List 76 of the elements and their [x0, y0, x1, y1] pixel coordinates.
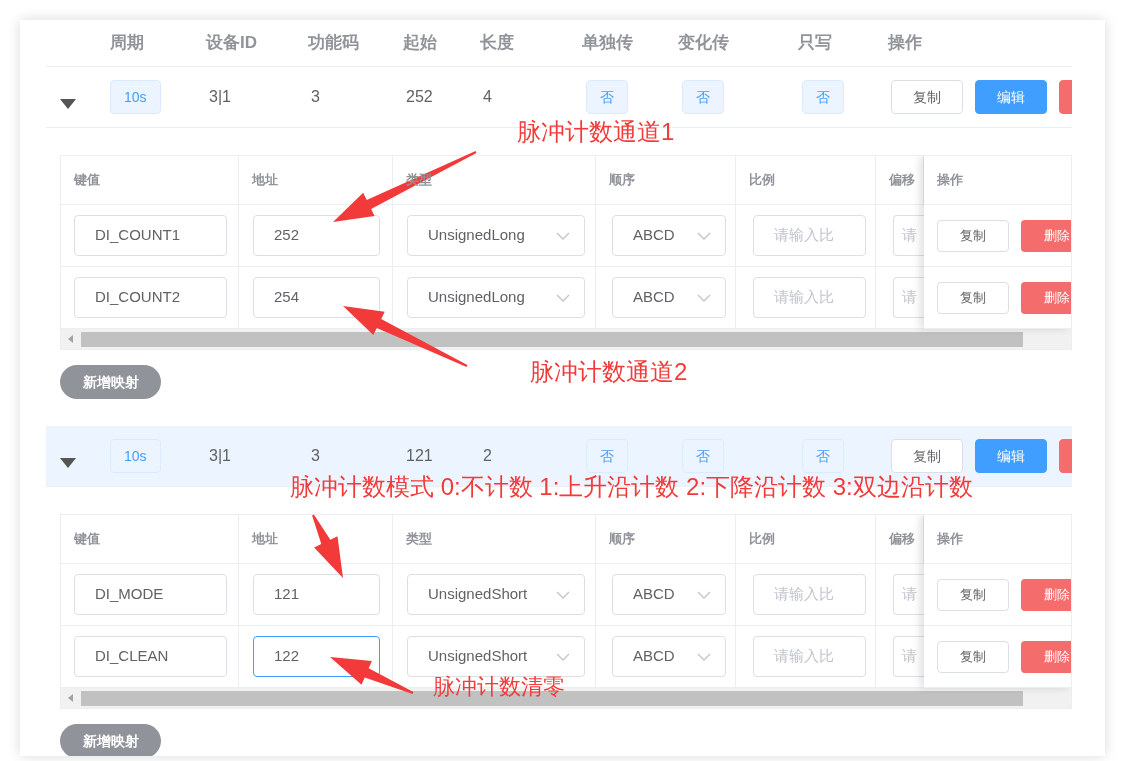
- tag: 否: [802, 80, 844, 114]
- order-select[interactable]: ABCD: [612, 636, 726, 677]
- column-header: 周期: [110, 33, 144, 53]
- column-header: 长度: [480, 33, 514, 53]
- tag: 10s: [110, 80, 161, 114]
- address-input[interactable]: 252: [253, 215, 380, 256]
- chevron-down-icon: [556, 590, 570, 599]
- annotation-text: 脉冲计数清零: [433, 676, 565, 698]
- chevron-down-icon: [697, 652, 711, 661]
- tag: 否: [682, 80, 724, 114]
- chevron-down-icon: [556, 231, 570, 240]
- key-input[interactable]: DI_COUNT1: [74, 215, 227, 256]
- tag: 否: [682, 439, 724, 473]
- add-mapping-button[interactable]: 新增映射: [60, 365, 161, 399]
- copy-button[interactable]: 复制: [937, 640, 1009, 673]
- tag: 10s: [110, 439, 161, 473]
- table-cell: 3: [311, 88, 320, 105]
- key-input[interactable]: DI_COUNT2: [74, 277, 227, 318]
- table-cell: 3: [311, 447, 320, 464]
- column-header: 操作: [937, 530, 963, 549]
- column-header: 顺序: [609, 530, 635, 549]
- expand-icon[interactable]: [60, 99, 76, 109]
- copy-button[interactable]: 复制: [891, 439, 963, 473]
- address-input[interactable]: 121: [253, 574, 380, 615]
- copy-button[interactable]: 复制: [891, 80, 963, 114]
- chevron-down-icon: [697, 590, 711, 599]
- table-cell: 4: [483, 88, 492, 105]
- tag: 否: [586, 439, 628, 473]
- table-cell: 252: [406, 88, 433, 105]
- column-header: 设备ID: [206, 33, 257, 53]
- key-input[interactable]: DI_CLEAN: [74, 636, 227, 677]
- scroll-left-icon[interactable]: [68, 694, 74, 702]
- order-select[interactable]: ABCD: [612, 574, 726, 615]
- column-header: 变化传: [678, 33, 729, 53]
- table-cell: 3|1: [209, 447, 231, 464]
- chevron-down-icon: [697, 231, 711, 240]
- copy-button[interactable]: 复制: [937, 281, 1009, 314]
- scroll-left-icon[interactable]: [68, 335, 74, 343]
- copy-button[interactable]: 复制: [937, 219, 1009, 252]
- tag: 否: [586, 80, 628, 114]
- type-select[interactable]: UnsignedLong: [407, 277, 585, 318]
- chevron-down-icon: [556, 293, 570, 302]
- type-select[interactable]: UnsignedLong: [407, 215, 585, 256]
- add-mapping-button[interactable]: 新增映射: [60, 724, 161, 756]
- column-header: 地址: [252, 530, 278, 549]
- column-header: 操作: [937, 171, 963, 190]
- order-select[interactable]: ABCD: [612, 215, 726, 256]
- column-header: 比例: [749, 171, 775, 190]
- column-header: 类型: [406, 530, 432, 549]
- type-select[interactable]: UnsignedShort: [407, 574, 585, 615]
- column-header: 单独传: [582, 33, 633, 53]
- column-header: 键值: [74, 530, 100, 549]
- arrow: [312, 514, 343, 578]
- copy-button[interactable]: 复制: [937, 578, 1009, 611]
- column-header: 地址: [252, 171, 278, 190]
- column-header: 功能码: [308, 33, 359, 53]
- tag: 否: [802, 439, 844, 473]
- column-header: 操作: [888, 33, 922, 53]
- column-header: 比例: [749, 530, 775, 549]
- scrollbar[interactable]: [61, 329, 1071, 349]
- address-input[interactable]: 254: [253, 277, 380, 318]
- column-header: 键值: [74, 171, 100, 190]
- column-header: 只写: [798, 33, 832, 53]
- column-header: 偏移: [889, 530, 915, 549]
- table-cell: 2: [483, 447, 492, 464]
- expand-icon[interactable]: [60, 458, 76, 468]
- column-header: 起始: [403, 33, 437, 53]
- order-select[interactable]: ABCD: [612, 277, 726, 318]
- table-cell: 3|1: [209, 88, 231, 105]
- column-header: 顺序: [609, 171, 635, 190]
- chevron-down-icon: [697, 293, 711, 302]
- key-input[interactable]: DI_MODE: [74, 574, 227, 615]
- annotation-text: 脉冲计数通道2: [530, 360, 688, 384]
- chevron-down-icon: [556, 652, 570, 661]
- column-header: 偏移: [889, 171, 915, 190]
- table-cell: 121: [406, 447, 433, 464]
